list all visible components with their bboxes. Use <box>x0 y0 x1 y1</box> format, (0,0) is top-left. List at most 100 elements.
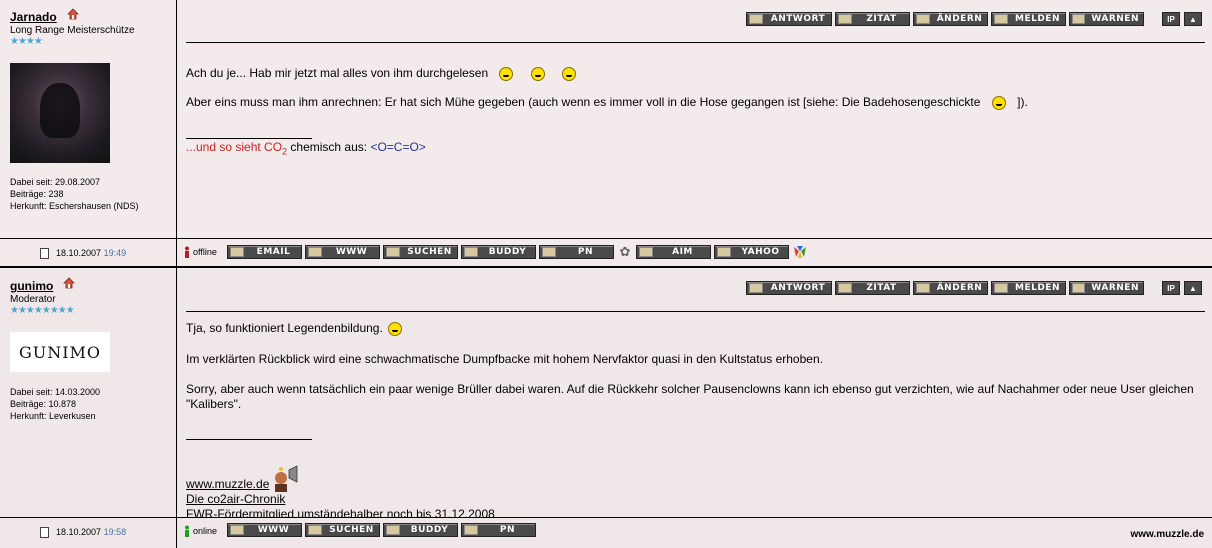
post-2-contact-bar: WWW SUCHEN BUDDY PN <box>227 523 536 537</box>
pencil-icon <box>749 283 763 293</box>
post-1-line-2-end: ]). <box>1017 95 1028 109</box>
post-1-signature-divider <box>186 138 312 139</box>
icq-flower-icon[interactable]: ✿ <box>617 244 633 259</box>
post-2-avatar: GUNIMO <box>10 332 110 372</box>
post-1-contact-bar: EMAIL WWW SUCHEN BUDDY PN ✿ AIM YAHOO <box>227 244 808 259</box>
post-1-action-bar: ANTWORT ZITAT ÄNDERN MELDEN WARNEN <box>746 12 1144 26</box>
www-button[interactable]: WWW <box>305 245 380 259</box>
quote-icon <box>838 283 852 293</box>
post-2-action-bar: ANTWORT ZITAT ÄNDERN MELDEN WARNEN <box>746 281 1144 295</box>
grin-smiley-icon <box>991 95 1006 110</box>
warning-icon <box>994 283 1008 293</box>
buddy-button[interactable]: BUDDY <box>383 523 458 537</box>
post-2-line-1-text: Tja, so funktioniert Legendenbildung. <box>186 321 383 335</box>
www-button[interactable]: WWW <box>227 523 302 537</box>
search-icon <box>308 525 322 535</box>
post-1-line-1-text: Ach du je... Hab mir jetzt mal alles von… <box>186 66 489 80</box>
post-2-signature-divider <box>186 439 312 440</box>
quote-icon <box>838 14 852 24</box>
post-1-signature: ...und so sieht CO2 chemisch aus: <O=C=O… <box>186 140 426 159</box>
search-button[interactable]: SUCHEN <box>305 523 380 537</box>
post-1-footer: 18.10.2007 19:49 offline EMAIL WWW SUCHE… <box>0 238 1212 267</box>
post-1-divider <box>186 42 1205 43</box>
post-2-rank-stars: ★★★★★★★★ <box>10 305 75 316</box>
signature-link-muzzle[interactable]: www.muzzle.de <box>186 477 269 491</box>
quote-button[interactable]: ZITAT <box>835 12 910 26</box>
quote-button[interactable]: ZITAT <box>835 281 910 295</box>
edit-icon <box>916 283 930 293</box>
post-1-date: 18.10.2007 19:49 <box>40 248 126 260</box>
homepage-icon[interactable] <box>63 277 75 289</box>
post-1-ip-bar: IP ▲ <box>1162 12 1202 26</box>
post-1-avatar <box>10 63 110 163</box>
post-1-status: offline <box>183 246 217 258</box>
post-2-user-stats: Dabei seit: 14.03.2000 Beiträge: 10.878 … <box>10 386 100 422</box>
report-button[interactable]: MELDEN <box>991 281 1066 295</box>
post-2: gunimo Moderator ★★★★★★★★ GUNIMO Dabei s… <box>0 268 1212 521</box>
warn-button[interactable]: WARNEN <box>1069 12 1144 26</box>
document-icon <box>40 248 49 260</box>
warning-icon <box>1072 283 1086 293</box>
avatar-logo-text: GUNIMO <box>18 342 102 362</box>
post-2-rank: Moderator <box>10 294 56 305</box>
post-2-joined: Dabei seit: 14.03.2000 <box>10 387 101 397</box>
yahoo-button[interactable]: YAHOO <box>714 245 789 259</box>
warn-button[interactable]: WARNEN <box>1069 281 1144 295</box>
grin-smiley-icon <box>562 66 577 81</box>
buddy-button[interactable]: BUDDY <box>461 245 536 259</box>
buddy-icon <box>386 525 400 535</box>
post-1-username[interactable]: Jarnado <box>10 10 57 24</box>
home-icon <box>230 525 244 535</box>
scroll-top-button[interactable]: ▲ <box>1184 12 1202 26</box>
post-1-user-panel: Jarnado Long Range Meisterschütze ★★★★ D… <box>0 0 177 238</box>
edit-button[interactable]: ÄNDERN <box>913 12 988 26</box>
post-1: Jarnado Long Range Meisterschütze ★★★★ D… <box>0 0 1212 238</box>
search-icon <box>386 247 400 257</box>
scroll-top-button[interactable]: ▲ <box>1184 281 1202 295</box>
ip-button[interactable]: IP <box>1162 12 1180 26</box>
yahoo-icon <box>717 247 731 257</box>
footer-brand[interactable]: www.muzzle.de <box>1130 529 1204 540</box>
post-2-ip-bar: IP ▲ <box>1162 281 1202 295</box>
pm-button[interactable]: PN <box>539 245 614 259</box>
post-1-post-count: Beiträge: 238 <box>10 189 64 199</box>
message-icon <box>464 525 478 535</box>
signature-text-2: chemisch aus: <box>287 140 371 154</box>
post-1-user-stats: Dabei seit: 29.08.2007 Beiträge: 238 Her… <box>10 176 139 212</box>
signature-link-chronik[interactable]: Die co2air-Chronik <box>186 492 285 506</box>
edit-button[interactable]: ÄNDERN <box>913 281 988 295</box>
grin-smiley-icon <box>499 66 514 81</box>
buddy-icon <box>464 247 478 257</box>
edit-icon <box>916 14 930 24</box>
grin-smiley-icon <box>530 66 545 81</box>
mail-icon <box>230 247 244 257</box>
message-icon <box>542 247 556 257</box>
post-2-line-3: Sorry, aber auch wenn tatsächlich ein pa… <box>186 382 1194 411</box>
post-1-origin: Herkunft: Eschershausen (NDS) <box>10 201 139 211</box>
warning-icon <box>994 14 1008 24</box>
signature-formula: <O=C=O> <box>370 140 426 154</box>
document-icon <box>40 527 49 539</box>
post-1-rank-stars: ★★★★ <box>10 36 43 47</box>
msn-butterfly-icon[interactable] <box>792 245 808 259</box>
reply-button[interactable]: ANTWORT <box>746 281 832 295</box>
reply-button[interactable]: ANTWORT <box>746 12 832 26</box>
arrow-up-icon: ▲ <box>1189 14 1197 24</box>
post-2-username[interactable]: gunimo <box>10 279 53 293</box>
search-button[interactable]: SUCHEN <box>383 245 458 259</box>
email-button[interactable]: EMAIL <box>227 245 302 259</box>
aim-button[interactable]: AIM <box>636 245 711 259</box>
pm-button[interactable]: PN <box>461 523 536 537</box>
post-2-date: 18.10.2007 19:58 <box>40 527 126 539</box>
post-2-user-panel: gunimo Moderator ★★★★★★★★ GUNIMO Dabei s… <box>0 268 177 517</box>
ip-button[interactable]: IP <box>1162 281 1180 295</box>
warning-icon <box>1072 14 1086 24</box>
post-2-divider <box>186 311 1205 312</box>
report-button[interactable]: MELDEN <box>991 12 1066 26</box>
post-2-signature: www.muzzle.de Die co2air-Chronik FWR-För… <box>186 464 495 522</box>
post-2-post-count: Beiträge: 10.878 <box>10 399 77 409</box>
homepage-icon[interactable] <box>67 8 79 20</box>
mascot-icon <box>274 465 298 492</box>
post-1-rank: Long Range Meisterschütze <box>10 25 135 36</box>
post-1-joined: Dabei seit: 29.08.2007 <box>10 177 101 187</box>
